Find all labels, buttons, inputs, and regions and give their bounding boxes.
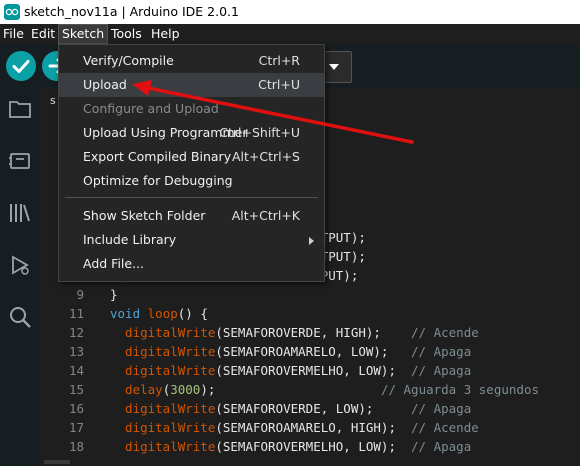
check-icon bbox=[12, 60, 30, 73]
line-number: 17 bbox=[68, 420, 84, 435]
line-number: 9 bbox=[76, 287, 84, 302]
chevron-right-icon bbox=[309, 237, 314, 245]
code-token: digitalWrite bbox=[110, 325, 216, 340]
menu-item-label: Export Compiled Binary bbox=[83, 149, 232, 164]
menu-item-label: Optimize for Debugging bbox=[83, 173, 233, 188]
line-number: 11 bbox=[68, 306, 84, 321]
line-number: 14 bbox=[68, 363, 84, 378]
code-line[interactable]: 14 digitalWrite(SEMAFOROVERMELHO, LOW); … bbox=[40, 361, 580, 380]
code-token: () { bbox=[177, 306, 208, 321]
code-token: loop bbox=[147, 306, 178, 321]
code-token: // Apaga bbox=[411, 401, 472, 416]
code-line[interactable]: 9} bbox=[40, 285, 580, 304]
menu-tools[interactable]: Tools bbox=[108, 24, 145, 44]
menu-edit[interactable]: Edit bbox=[28, 24, 58, 44]
code-token: (SEMAFOROAMARELO, HIGH); bbox=[215, 420, 412, 435]
code-line[interactable]: 12 digitalWrite(SEMAFOROVERDE, HIGH); //… bbox=[40, 323, 580, 342]
code-token: // Apaga bbox=[411, 344, 472, 359]
menu-file[interactable]: File bbox=[0, 24, 27, 44]
menu-sketch[interactable]: Sketch bbox=[58, 24, 109, 44]
code-text: digitalWrite(SEMAFOROAMARELO, HIGH); // … bbox=[110, 418, 479, 437]
menu-item-configure-and-upload: Configure and Upload bbox=[59, 97, 324, 121]
code-text: digitalWrite(SEMAFOROAMARELO, LOW); // A… bbox=[110, 342, 471, 361]
code-token: (SEMAFOROVERDE, LOW); bbox=[215, 401, 412, 416]
chevron-down-icon bbox=[329, 64, 339, 70]
code-text: digitalWrite(SEMAFOROVERDE, HIGH); // Ac… bbox=[110, 323, 479, 342]
menu-item-add-file[interactable]: Add File... bbox=[59, 252, 324, 276]
menu-item-include-library[interactable]: Include Library bbox=[59, 228, 324, 252]
menu-item-label: Upload bbox=[83, 77, 127, 92]
code-token: delay bbox=[110, 382, 163, 397]
menu-item-label: Verify/Compile bbox=[83, 53, 174, 68]
code-text: digitalWrite(SEMAFOROVERMELHO, LOW); // … bbox=[110, 361, 471, 380]
library-icon[interactable] bbox=[7, 200, 33, 226]
code-token: // Apaga bbox=[411, 439, 472, 454]
code-token: (SEMAFOROVERMELHO, LOW); bbox=[215, 439, 412, 454]
debug-icon[interactable] bbox=[7, 252, 33, 278]
code-token: digitalWrite bbox=[110, 420, 216, 435]
code-token: digitalWrite bbox=[110, 401, 216, 416]
code-text: void loop() { bbox=[110, 304, 208, 323]
line-number: 13 bbox=[68, 344, 84, 359]
menu-item-optimize-for-debugging[interactable]: Optimize for Debugging bbox=[59, 169, 324, 193]
code-token: digitalWrite bbox=[110, 344, 216, 359]
line-number: 18 bbox=[68, 439, 84, 454]
sketch-dropdown-menu: Verify/Compile Ctrl+R Upload Ctrl+U Configur… bbox=[58, 44, 325, 282]
menu-item-upload-using-programmer[interactable]: Upload Using Programmer Ctrl+Shift+U bbox=[59, 121, 324, 145]
code-line[interactable]: 17 digitalWrite(SEMAFOROAMARELO, HIGH); … bbox=[40, 418, 580, 437]
code-line[interactable]: 15 delay(3000); // Aguarda 3 segundos bbox=[40, 380, 580, 399]
verify-button[interactable] bbox=[6, 51, 36, 81]
title-bar: sketch_nov11a | Arduino IDE 2.0.1 bbox=[0, 0, 580, 24]
code-text: digitalWrite(SEMAFOROVERDE, LOW); // Apa… bbox=[110, 399, 471, 418]
code-token: 3000 bbox=[170, 382, 201, 397]
menu-item-label: Show Sketch Folder bbox=[83, 208, 206, 223]
code-line[interactable]: 18 digitalWrite(SEMAFOROVERMELHO, LOW); … bbox=[40, 437, 580, 456]
folder-icon[interactable] bbox=[7, 96, 33, 122]
menu-item-verify-compile[interactable]: Verify/Compile Ctrl+R bbox=[59, 49, 324, 73]
code-token: // Aguarda 3 segundos bbox=[380, 382, 539, 397]
menu-item-label: Configure and Upload bbox=[83, 101, 219, 116]
code-token: (SEMAFOROVERMELHO, LOW); bbox=[215, 363, 412, 378]
menu-item-shortcut: Ctrl+Shift+U bbox=[219, 125, 300, 140]
menu-item-label: Add File... bbox=[83, 256, 145, 271]
code-token: // Acende bbox=[411, 420, 479, 435]
code-line[interactable]: 13 digitalWrite(SEMAFOROAMARELO, LOW); /… bbox=[40, 342, 580, 361]
board-icon[interactable] bbox=[7, 148, 33, 174]
menu-help[interactable]: Help bbox=[148, 24, 183, 44]
code-token: (SEMAFOROVERDE, HIGH); bbox=[215, 325, 412, 340]
search-icon[interactable] bbox=[7, 304, 33, 330]
code-text: digitalWrite(SEMAFOROVERMELHO, LOW); // … bbox=[110, 437, 471, 456]
window-title: sketch_nov11a | Arduino IDE 2.0.1 bbox=[24, 4, 239, 19]
code-line[interactable]: 16 digitalWrite(SEMAFOROVERDE, LOW); // … bbox=[40, 399, 580, 418]
menu-item-upload[interactable]: Upload Ctrl+U bbox=[59, 73, 324, 97]
menu-item-shortcut: Ctrl+U bbox=[258, 77, 300, 92]
menu-item-shortcut: Alt+Ctrl+K bbox=[231, 208, 300, 223]
code-text: delay(3000); // Aguarda 3 segundos bbox=[110, 380, 539, 399]
menu-item-shortcut: Ctrl+R bbox=[258, 53, 300, 68]
menu-bar: File Edit Sketch Tools Help bbox=[0, 24, 580, 44]
code-token: digitalWrite bbox=[110, 363, 216, 378]
line-number: 12 bbox=[68, 325, 84, 340]
sidebar bbox=[0, 88, 40, 466]
code-token: } bbox=[110, 287, 118, 302]
menu-item-label: Include Library bbox=[83, 232, 177, 247]
arduino-logo-icon bbox=[4, 4, 20, 20]
code-token: ); bbox=[200, 382, 381, 397]
code-token: // Acende bbox=[411, 325, 479, 340]
code-text: } bbox=[110, 285, 118, 304]
menu-item-shortcut: Alt+Ctrl+S bbox=[231, 149, 300, 164]
code-token: (SEMAFOROAMARELO, LOW); bbox=[215, 344, 412, 359]
code-token: // Apaga bbox=[411, 363, 472, 378]
scrollbar-thumb[interactable] bbox=[44, 460, 70, 464]
line-number: 16 bbox=[68, 401, 84, 416]
horizontal-scrollbar[interactable] bbox=[40, 458, 580, 466]
line-number: 15 bbox=[68, 382, 84, 397]
code-line[interactable]: 11 void loop() { bbox=[40, 304, 580, 323]
menu-separator bbox=[65, 197, 318, 198]
menu-item-show-sketch-folder[interactable]: Show Sketch Folder Alt+Ctrl+K bbox=[59, 204, 324, 228]
code-token: digitalWrite bbox=[110, 439, 216, 454]
menu-item-export-compiled-binary[interactable]: Export Compiled Binary Alt+Ctrl+S bbox=[59, 145, 324, 169]
code-token: void bbox=[110, 306, 148, 321]
